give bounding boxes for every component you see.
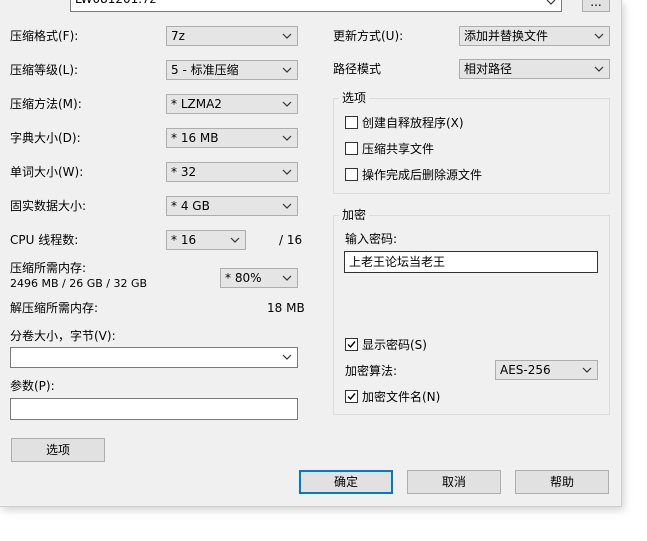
ok-button-label: 确定 xyxy=(333,475,358,489)
decompress-value: 18 MB xyxy=(267,301,305,315)
chevron-down-icon xyxy=(282,168,292,176)
word-combo[interactable]: * 32 xyxy=(166,162,298,182)
chevron-down-icon xyxy=(282,134,292,142)
encrypt-names-label: 加密文件名(N) xyxy=(362,390,441,404)
add-to-archive-dialog: LW081201.7z ... 压缩格式(F): 7z 压缩等级(L): 5 -… xyxy=(0,0,622,507)
method-combo[interactable]: * LZMA2 xyxy=(166,94,298,114)
chevron-down-icon xyxy=(282,274,292,282)
dict-label: 字典大小(D): xyxy=(10,131,81,145)
show-password-checkbox[interactable]: 显示密码(S) xyxy=(345,337,495,353)
format-value: 7z xyxy=(171,29,185,43)
help-button[interactable]: 帮助 xyxy=(515,470,609,494)
method-value: * LZMA2 xyxy=(171,97,222,111)
update-combo[interactable]: 添加并替换文件 xyxy=(459,26,610,46)
solid-value: * 4 GB xyxy=(171,199,210,213)
checkbox-box xyxy=(345,116,358,129)
password-label: 输入密码: xyxy=(345,232,398,246)
method-label: 压缩方法(M): xyxy=(10,97,82,111)
volume-combo[interactable] xyxy=(10,347,298,368)
chevron-down-icon xyxy=(282,353,292,361)
ok-button[interactable]: 确定 xyxy=(299,470,393,494)
encryption-method-value: AES-256 xyxy=(500,363,551,377)
archive-filename-value: LW081201.7z xyxy=(75,0,156,8)
path-value: 相对路径 xyxy=(464,62,513,76)
cancel-button-label: 取消 xyxy=(441,475,466,489)
delete-after-label: 操作完成后删除源文件 xyxy=(362,168,483,182)
checkbox-box xyxy=(345,168,358,181)
browse-button-label: ... xyxy=(590,0,602,9)
help-button-label: 帮助 xyxy=(549,475,574,489)
checkbox-box xyxy=(345,142,358,155)
dict-combo[interactable]: * 16 MB xyxy=(166,128,298,148)
update-value: 添加并替换文件 xyxy=(464,29,549,43)
path-label: 路径模式 xyxy=(333,62,382,76)
chevron-down-icon xyxy=(546,0,556,6)
show-password-label: 显示密码(S) xyxy=(362,338,427,352)
chevron-down-icon xyxy=(594,32,604,40)
memory-value: * 80% xyxy=(225,271,262,285)
update-label: 更新方式(U): xyxy=(333,29,404,43)
threads-combo[interactable]: * 16 xyxy=(166,230,246,250)
format-combo[interactable]: 7z xyxy=(166,26,298,46)
options-button-label: 选项 xyxy=(45,443,70,457)
level-value: 5 - 标准压缩 xyxy=(171,63,239,77)
chevron-down-icon xyxy=(230,236,240,244)
checkbox-box xyxy=(345,390,358,403)
options-button[interactable]: 选项 xyxy=(11,438,105,462)
params-label: 参数(P): xyxy=(10,379,55,393)
cancel-button[interactable]: 取消 xyxy=(407,470,501,494)
memory-label: 压缩所需内存: xyxy=(10,261,87,275)
chevron-down-icon xyxy=(282,100,292,108)
archive-filename-combo[interactable]: LW081201.7z xyxy=(70,0,562,12)
chevron-down-icon xyxy=(282,66,292,74)
chevron-down-icon xyxy=(582,366,592,374)
word-value: * 32 xyxy=(171,165,197,179)
checkbox-box xyxy=(345,338,358,351)
format-label: 压缩格式(F): xyxy=(10,29,79,43)
compress-shared-label: 压缩共享文件 xyxy=(362,142,435,156)
options-group-title: 选项 xyxy=(339,91,370,105)
chevron-down-icon xyxy=(282,202,292,210)
word-label: 单词大小(W): xyxy=(10,165,84,179)
encrypt-names-checkbox[interactable]: 加密文件名(N) xyxy=(345,389,495,405)
delete-after-checkbox[interactable]: 操作完成后删除源文件 xyxy=(345,167,545,183)
memory-combo[interactable]: * 80% xyxy=(220,268,298,288)
path-combo[interactable]: 相对路径 xyxy=(459,59,610,79)
threads-label: CPU 线程数: xyxy=(10,233,79,247)
solid-label: 固实数据大小: xyxy=(10,199,87,213)
memory-detail: 2496 MB / 26 GB / 32 GB xyxy=(10,277,148,290)
browse-button[interactable]: ... xyxy=(582,0,610,12)
encryption-group-title: 加密 xyxy=(339,208,370,222)
compress-shared-checkbox[interactable]: 压缩共享文件 xyxy=(345,141,545,157)
level-combo[interactable]: 5 - 标准压缩 xyxy=(166,60,298,80)
create-sfx-checkbox[interactable]: 创建自释放程序(X) xyxy=(345,115,545,131)
dict-value: * 16 MB xyxy=(171,131,219,145)
params-input[interactable] xyxy=(10,398,298,420)
password-input[interactable]: 上老王论坛当老王 xyxy=(344,251,598,273)
volume-label: 分卷大小，字节(V): xyxy=(10,329,116,343)
level-label: 压缩等级(L): xyxy=(10,63,79,77)
chevron-down-icon xyxy=(282,32,292,40)
create-sfx-label: 创建自释放程序(X) xyxy=(362,116,464,130)
encryption-method-combo[interactable]: AES-256 xyxy=(495,360,598,380)
chevron-down-icon xyxy=(594,65,604,73)
threads-value: * 16 xyxy=(171,233,197,247)
solid-combo[interactable]: * 4 GB xyxy=(166,196,298,216)
threads-max: / 16 xyxy=(279,233,303,247)
decompress-label: 解压缩所需内存: xyxy=(10,301,99,315)
encryption-method-label: 加密算法: xyxy=(345,364,398,378)
